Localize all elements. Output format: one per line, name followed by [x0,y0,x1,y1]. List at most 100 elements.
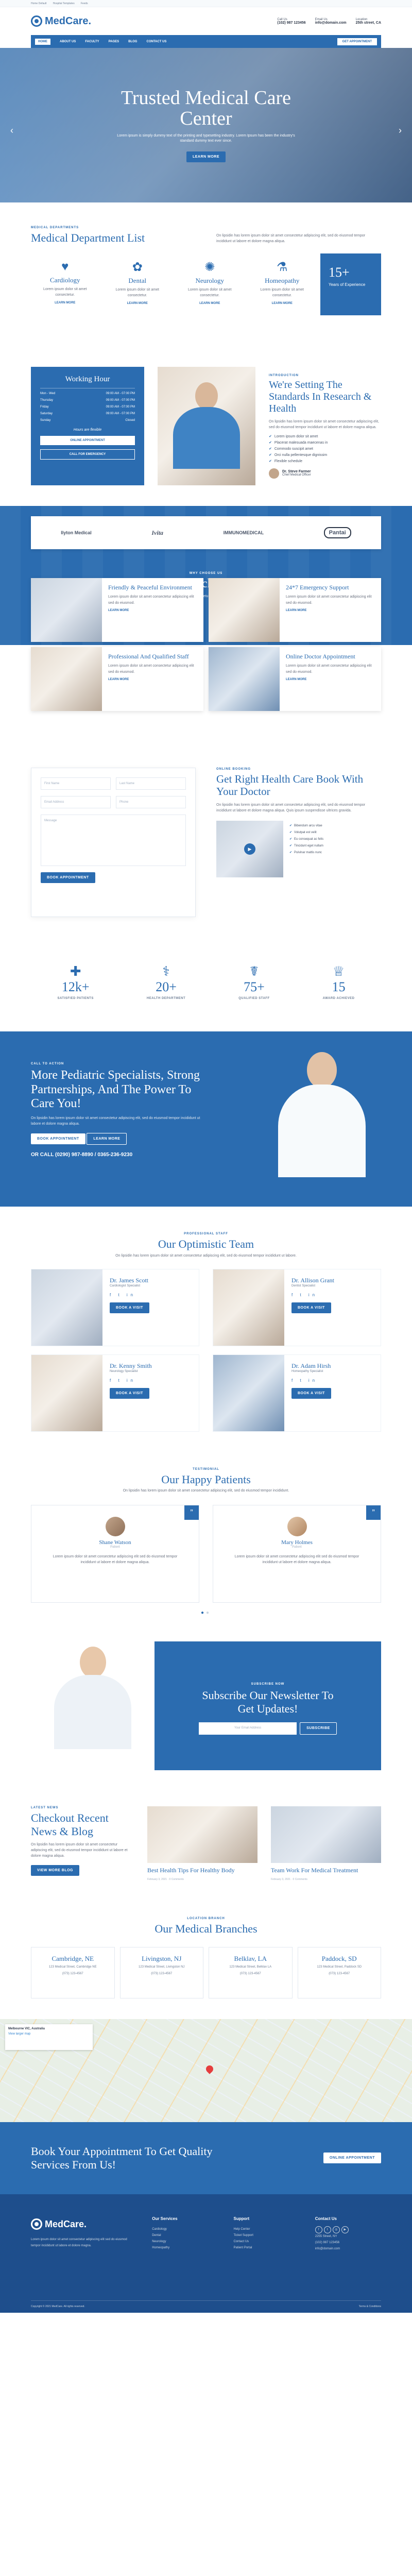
footer-link[interactable]: Cardiology [152,2226,218,2232]
phone-field[interactable]: Phone [116,796,186,809]
footer-link[interactable]: Contact Us [233,2239,299,2245]
legal-link[interactable]: Terms & Conditions [359,2305,381,2308]
hero-next-arrow-icon[interactable]: › [399,125,402,136]
on[interactable]: ● [201,1610,206,1616]
hero-learn-more-button[interactable]: LEARN MORE [186,151,226,162]
contact-phone[interactable]: Call Us (102) 987 123456 [277,18,305,25]
department-learn-more-link[interactable]: LEARN MORE [104,302,172,305]
blog-post-title[interactable]: Best Health Tips For Healthy Body [147,1867,258,1874]
top-link[interactable]: Feeds [81,2,88,5]
counter: ☤ 75+ QUALIFIED STAFF [238,963,269,1001]
blog-card[interactable]: Best Health Tips For Healthy Body Februa… [147,1806,258,1881]
facility-card[interactable]: Friendly & Peaceful Environment Lorem ips… [31,578,203,642]
instagram-icon[interactable]: ◎ [332,2226,340,2233]
social-icons[interactable]: f t in [110,1378,152,1383]
book-visit-button[interactable]: BOOK A VISIT [110,1387,149,1399]
top-link[interactable]: Hospital Templates [53,2,75,5]
department-card[interactable]: ✿ Dental Lorem ipsum dolor sit amet cons… [104,253,172,315]
first-name-field[interactable]: First Name [41,777,111,790]
facility-card[interactable]: 24*7 Emergency Support Lorem ipsum dolor … [209,578,381,642]
book-visit-button[interactable]: BOOK A VISIT [291,1387,331,1399]
facility-learn-more-link[interactable]: LEARN MORE [108,678,197,681]
footer-link[interactable]: Homeopathy [152,2245,218,2251]
team-photo [31,1354,102,1431]
branch-phone[interactable]: (073) 123-4567 [31,1972,114,1976]
play-icon[interactable]: ▶ [244,843,255,855]
team-card[interactable]: Dr. Allison Grant Dentist Specialist f t i… [213,1268,381,1346]
branch-phone[interactable]: (073) 123-4567 [121,1972,203,1976]
pediatric-learn-more-button[interactable]: LEARN MORE [87,1133,127,1145]
nav-contact[interactable]: CONTACT US [146,40,166,43]
team-card[interactable]: Dr. James Scott Cardiologist Specialist f … [31,1268,199,1346]
testimonial-text: Lorem ipsum dolor sit amet consectetur a… [234,1555,359,1565]
hours-row: Friday 09:00 AM - 07:00 PM [40,405,135,409]
facility-learn-more-link[interactable]: LEARN MORE [286,609,375,612]
hours-time: Closed [125,419,135,422]
department-card[interactable]: ♥ Cardiology Lorem ipsum dolor sit amet … [31,253,99,315]
counter-label: AWARD ACHIEVED [322,997,355,1001]
social-icons[interactable]: f t in [291,1378,331,1383]
newsletter-email-input[interactable]: Your Email Address [199,1722,297,1735]
department-card[interactable]: ✺ Neurology Lorem ipsum dolor sit amet c… [176,253,244,315]
logo-icon [31,2218,42,2230]
facility-card[interactable]: Online Doctor Appointment Lorem ipsum dol… [209,647,381,711]
team-card[interactable]: Dr. Adam Hirsh Homeopathy Specialist f t i… [213,1354,381,1432]
social-icons[interactable]: f t in [291,1293,334,1297]
logo[interactable]: MedCare. [31,15,91,27]
map-larger-link[interactable]: View larger map [8,2032,90,2036]
online-appointment-button[interactable]: ONLINE APPOINTMENT [40,436,135,446]
footer-contact[interactable]: info@domain.com [315,2246,381,2252]
carousel-dots[interactable]: ●● [31,1610,381,1616]
working-hours-card: Working Hour Mon - Wed 09:00 AM - 07:00 P… [31,367,144,486]
footer-about: Lorem ipsum dolor sit amet consectetur a… [31,2238,127,2247]
footer-link[interactable]: Ticket Support [233,2232,299,2239]
blog-post-title[interactable]: Team Work For Medical Treatment [271,1867,381,1874]
contact-email[interactable]: Email Us info@domain.com [315,18,347,25]
blog-card[interactable]: Team Work For Medical Treatment February… [271,1806,381,1881]
nav-home[interactable]: HOME [35,39,50,45]
view-more-blog-button[interactable]: VIEW MORE BLOG [31,1865,79,1876]
signature-block: Dr. Steve Farmer Chief Medical Officer [269,468,381,479]
nav-faculty[interactable]: FACULTY [85,40,99,43]
book-visit-button[interactable]: BOOK A VISIT [110,1302,149,1313]
facebook-icon[interactable]: f [315,2226,322,2233]
location-map[interactable]: Melbourne VIC, Australia View larger map [0,2019,412,2122]
footer-contact[interactable]: (102) 987 123456 [315,2240,381,2246]
footer-link[interactable]: Patient Portal [233,2245,299,2251]
footer-link[interactable]: Help Center [233,2226,299,2232]
facility-eyebrow: WHY CHOOSE US [189,572,223,575]
footer-logo[interactable]: MedCare. [31,2215,136,2233]
branch-phone[interactable]: (073) 123-4567 [298,1972,381,1976]
hero-prev-arrow-icon[interactable]: ‹ [10,125,13,136]
nav-about[interactable]: ABOUT US [60,40,76,43]
get-appointment-button[interactable]: GET APPOINTMENT [337,38,377,45]
footer-link[interactable]: Dental [152,2232,218,2239]
branch-phone[interactable]: (073) 123-4567 [209,1972,292,1976]
department-learn-more-link[interactable]: LEARN MORE [248,302,317,305]
social-icons[interactable]: f t in [110,1293,149,1297]
facility-learn-more-link[interactable]: LEARN MORE [286,678,375,681]
department-learn-more-link[interactable]: LEARN MORE [176,302,244,305]
footer-link[interactable]: Neurology [152,2239,218,2245]
email-field[interactable]: Email Address [41,796,111,809]
book-appointment-button[interactable]: BOOK APPOINTMENT [41,872,95,884]
subscribe-button[interactable]: SUBSCRIBE [300,1722,337,1735]
facility-learn-more-link[interactable]: LEARN MORE [108,609,197,612]
twitter-icon[interactable]: t [323,2226,331,2233]
department-card[interactable]: ⚗ Homeopathy Lorem ipsum dolor sit amet … [248,253,317,315]
last-name-field[interactable]: Last Name [116,777,186,790]
cta-appointment-button[interactable]: ONLINE APPOINTMENT [323,2153,381,2164]
facility-card[interactable]: Professional And Qualified Staff Lorem ip… [31,647,203,711]
book-visit-button[interactable]: BOOK A VISIT [291,1302,331,1313]
nav-blog[interactable]: BLOG [128,40,137,43]
top-link[interactable]: Home Default [31,2,47,5]
emergency-call-button[interactable]: CALL FOR EMERGENCY [40,449,135,460]
newsletter-eyebrow: SUBSCRIBE NOW [251,1683,285,1686]
video-thumbnail[interactable]: ▶ [216,820,283,877]
department-learn-more-link[interactable]: LEARN MORE [31,301,99,304]
pediatric-book-button[interactable]: BOOK APPOINTMENT [31,1133,85,1145]
youtube-icon[interactable]: ▶ [341,2226,349,2233]
nav-pages[interactable]: PAGES [109,40,119,43]
message-field[interactable]: Message [41,815,186,867]
team-card[interactable]: Dr. Kenny Smith Neurology Specialist f t i… [31,1354,199,1432]
